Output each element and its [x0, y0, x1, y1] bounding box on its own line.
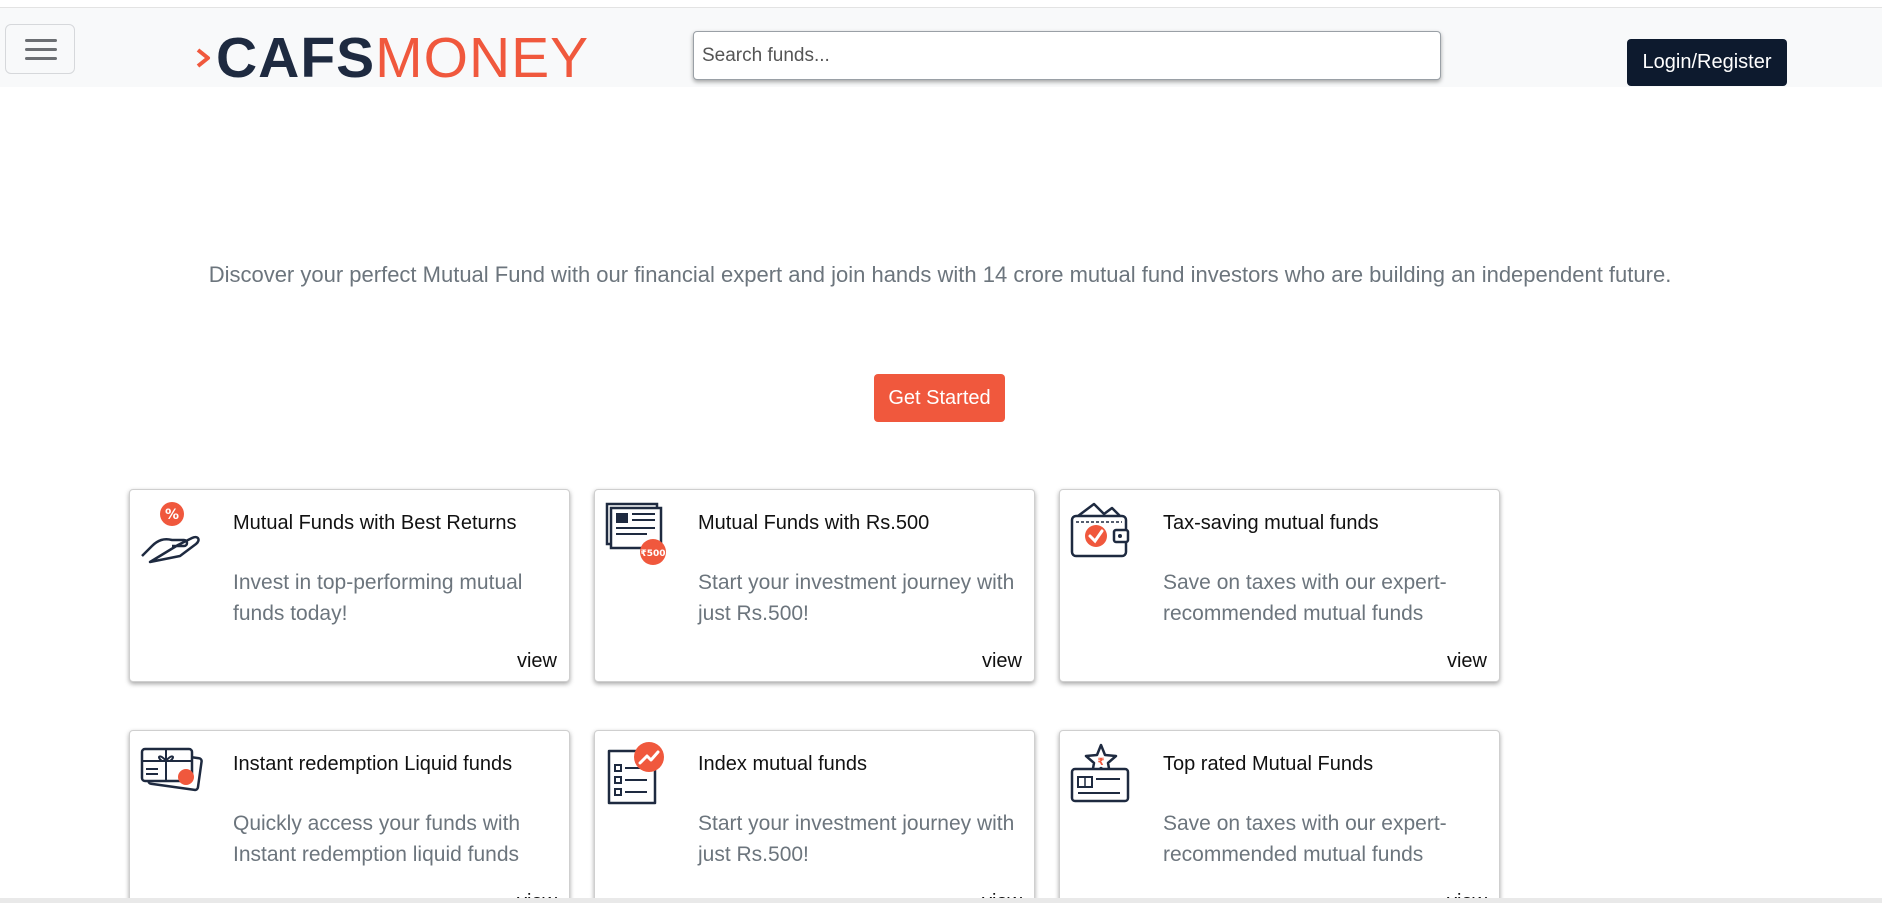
horizontal-scrollbar[interactable]	[0, 898, 1882, 903]
wallet-check-icon	[1070, 502, 1130, 558]
card-title: Mutual Funds with Rs.500	[698, 512, 930, 534]
card-title: Index mutual funds	[698, 753, 867, 775]
hand-percent-icon: %	[141, 502, 200, 564]
card-description: Invest in top-performing mutual funds to…	[233, 571, 523, 625]
hamburger-icon	[25, 39, 57, 42]
card-title: Instant redemption Liquid funds	[233, 753, 513, 775]
card-title: Top rated Mutual Funds	[1163, 753, 1374, 775]
view-link[interactable]: view	[517, 650, 557, 673]
search-input[interactable]	[693, 31, 1441, 80]
card-description: Quickly access your funds with Instant r…	[233, 812, 521, 866]
card-top-rated[interactable]: ₹ Top rated Mutual Funds Save on taxes w…	[1059, 730, 1500, 903]
gift-card-icon	[140, 747, 203, 792]
card-liquid-funds[interactable]: Instant redemption Liquid funds Quickly …	[129, 730, 570, 903]
view-link[interactable]: view	[982, 650, 1022, 673]
card-index-funds[interactable]: Index mutual funds Start your investment…	[594, 730, 1035, 903]
card-description: Start your investment journey with just …	[698, 571, 1015, 625]
svg-text:%: %	[165, 507, 179, 523]
svg-text:₹500: ₹500	[640, 549, 665, 559]
card-description: Save on taxes with our expert-recommende…	[1163, 812, 1447, 866]
card-description: Start your investment journey with just …	[698, 812, 1015, 866]
get-started-button[interactable]: Get Started	[874, 374, 1005, 422]
card-best-returns[interactable]: % Mutual Funds with Best Returns Invest …	[129, 489, 570, 682]
card-tax-saving[interactable]: Tax-saving mutual funds Save on taxes wi…	[1059, 489, 1500, 682]
logo-text-cafs: CAFS	[216, 25, 376, 90]
card-title: Mutual Funds with Best Returns	[233, 512, 517, 534]
logo-text-money: MONEY	[375, 25, 590, 90]
menu-toggle-button[interactable]	[5, 24, 75, 74]
logo-chevron-icon	[196, 48, 210, 68]
view-link[interactable]: view	[1447, 650, 1487, 673]
document-rupee-icon: ₹500	[605, 502, 666, 565]
svg-text:₹: ₹	[1098, 757, 1105, 768]
navbar: CAFS MONEY Login/Register	[0, 7, 1882, 87]
hero-text: Discover your perfect Mutual Fund with o…	[208, 262, 1672, 287]
card-rs500[interactable]: ₹500 Mutual Funds with Rs.500 Start your…	[594, 489, 1035, 682]
star-card-icon: ₹	[1070, 743, 1130, 803]
login-register-button[interactable]: Login/Register	[1627, 39, 1787, 86]
logo[interactable]: CAFS MONEY	[196, 25, 590, 90]
card-description: Save on taxes with our expert-recommende…	[1163, 571, 1447, 625]
card-title: Tax-saving mutual funds	[1163, 512, 1379, 534]
checklist-chart-icon	[607, 742, 664, 805]
page: CAFS MONEY Login/Register Discover your …	[0, 0, 1882, 903]
